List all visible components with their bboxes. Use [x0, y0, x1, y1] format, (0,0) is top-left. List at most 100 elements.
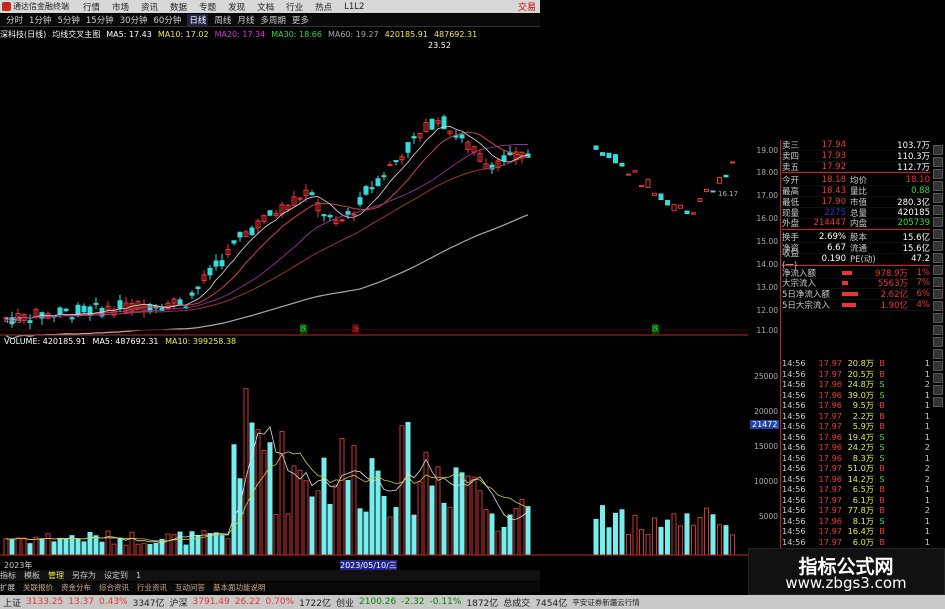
- toolbar-icon[interactable]: [933, 325, 943, 335]
- volume-tick: 15000: [754, 442, 778, 451]
- toolbar-icon[interactable]: [933, 289, 943, 299]
- period-30min[interactable]: 30分钟: [120, 14, 148, 26]
- quote-val: 17.92: [821, 161, 846, 172]
- toolbar-icon[interactable]: [933, 253, 943, 263]
- toolbar-icon[interactable]: [933, 265, 943, 275]
- toolbar-icon[interactable]: [933, 337, 943, 347]
- period-15min[interactable]: 15分钟: [86, 14, 114, 26]
- menu-trade[interactable]: 交易: [518, 0, 536, 13]
- volume-bar: [321, 457, 327, 556]
- toolbar-icon[interactable]: [933, 397, 943, 407]
- toolbar-icon[interactable]: [933, 385, 943, 395]
- candle-body: [704, 188, 709, 193]
- tab-save-as[interactable]: 另存为: [72, 570, 96, 581]
- flow-row: 5日大宗流入 1.90亿 4%: [782, 300, 930, 311]
- flow-pct: 7%: [916, 278, 931, 289]
- indicator-tabs: 指标 模板 管理 另存为 设定到 1: [0, 570, 540, 581]
- volume-bar: [429, 485, 435, 556]
- info-tab-help[interactable]: 基本面功能说明: [213, 582, 266, 593]
- index-sh-amount: 3347亿: [132, 598, 165, 609]
- candle-body: [613, 154, 618, 164]
- trade-row: 14:56 17.97 6.0万 B 1: [782, 537, 930, 548]
- toolbar-icon[interactable]: [933, 181, 943, 191]
- toolbar-icon[interactable]: [933, 157, 943, 167]
- period-daily[interactable]: 日线: [187, 14, 209, 26]
- toolbar-icon[interactable]: [933, 373, 943, 383]
- candle-body: [658, 193, 664, 201]
- quote-val: 18.18: [821, 175, 846, 186]
- period-5min[interactable]: 5分钟: [57, 14, 79, 26]
- menu-item-news[interactable]: 资讯: [141, 1, 158, 13]
- candle-body: [81, 305, 87, 313]
- flow-pct: 4%: [916, 300, 931, 311]
- menu-item-hot[interactable]: 热点: [315, 1, 332, 13]
- info-tab-extend[interactable]: 扩展: [0, 582, 15, 593]
- toolbar-icon[interactable]: [933, 301, 943, 311]
- info-tab-fund[interactable]: 资金分布: [61, 582, 91, 593]
- volume-bar: [267, 442, 273, 556]
- trade-price: 17.96: [818, 379, 842, 390]
- tab-manage[interactable]: 管理: [48, 570, 64, 581]
- trade-count: 1: [924, 526, 930, 537]
- menu-item-market[interactable]: 市场: [112, 1, 129, 13]
- index-cy-label[interactable]: 创业: [336, 596, 354, 609]
- period-multi[interactable]: 多周期: [260, 14, 286, 26]
- high-price-label: 23.52: [428, 41, 451, 50]
- volume-bar: [153, 542, 159, 556]
- toolbar-icon[interactable]: [933, 229, 943, 239]
- menu-item-quotes[interactable]: 行情: [83, 1, 100, 13]
- price-tick: 19.00: [756, 146, 778, 155]
- signal-mark-3: 跌: [652, 324, 659, 334]
- info-tab-industry[interactable]: 行业资讯: [137, 582, 167, 593]
- index-hs-pct: 0.70%: [265, 597, 295, 607]
- toolbar-icon[interactable]: [933, 205, 943, 215]
- period-60min[interactable]: 60分钟: [154, 14, 182, 26]
- tab-template[interactable]: 模板: [24, 570, 40, 581]
- volume-bar: [639, 529, 644, 556]
- toolbar-icon[interactable]: [933, 313, 943, 323]
- candle-body: [652, 192, 657, 197]
- toolbar-icon[interactable]: [933, 193, 943, 203]
- period-more[interactable]: 更多: [292, 14, 309, 26]
- kline-chart[interactable]: [0, 40, 748, 570]
- trade-price: 17.97: [818, 526, 842, 537]
- low-price-label: 4.63: [4, 316, 22, 325]
- index-sh-label[interactable]: 上证: [3, 596, 21, 609]
- toolbar-icon[interactable]: [933, 361, 943, 371]
- volume-bar: [279, 430, 285, 556]
- trade-time: 14:56: [782, 505, 806, 516]
- menu-item-docs[interactable]: 文档: [257, 1, 274, 13]
- tab-indicator[interactable]: 指标: [0, 570, 16, 581]
- trade-side: B: [879, 421, 885, 432]
- index-hs-label[interactable]: 沪深: [170, 596, 188, 609]
- info-tab-related[interactable]: 关联报价: [23, 582, 53, 593]
- menu-item-industry[interactable]: 行业: [286, 1, 303, 13]
- period-1min[interactable]: 1分钟: [29, 14, 51, 26]
- tab-set-to[interactable]: 设定到: [104, 570, 128, 581]
- quote-val: 2275: [824, 207, 846, 218]
- flow-bar: [842, 303, 856, 308]
- period-tick[interactable]: 分时: [6, 14, 23, 26]
- toolbar-icon[interactable]: [933, 217, 943, 227]
- trade-list[interactable]: 14:56 17.97 20.8万 B 1 14:56 17.97 20.5万 B 1 14:56 1…: [782, 358, 930, 548]
- info-tab-news[interactable]: 综合资讯: [99, 582, 129, 593]
- toolbar-icon[interactable]: [933, 277, 943, 287]
- menu-item-data[interactable]: 数据: [170, 1, 187, 13]
- volume-bar: [255, 429, 261, 556]
- toolbar-icon[interactable]: [933, 241, 943, 251]
- candle-body: [730, 161, 735, 164]
- trade-price: 17.97: [818, 536, 842, 547]
- toolbar-icon[interactable]: [933, 169, 943, 179]
- menu-item-topics[interactable]: 专题: [199, 1, 216, 13]
- period-weekly[interactable]: 周线: [214, 14, 231, 26]
- period-monthly[interactable]: 月线: [237, 14, 254, 26]
- menu-item-l1l2[interactable]: L1L2: [344, 2, 364, 12]
- toolbar-icon[interactable]: [933, 349, 943, 359]
- info-tab-qa[interactable]: 互动问答: [175, 582, 205, 593]
- toolbar-icon[interactable]: [933, 145, 943, 155]
- volume-bar: [177, 531, 183, 556]
- menu-item-discover[interactable]: 发现: [228, 1, 245, 13]
- trade-price: 17.96: [818, 452, 842, 463]
- indicator-name[interactable]: 均线交叉主图: [52, 29, 100, 40]
- tab-page[interactable]: 1: [136, 571, 141, 580]
